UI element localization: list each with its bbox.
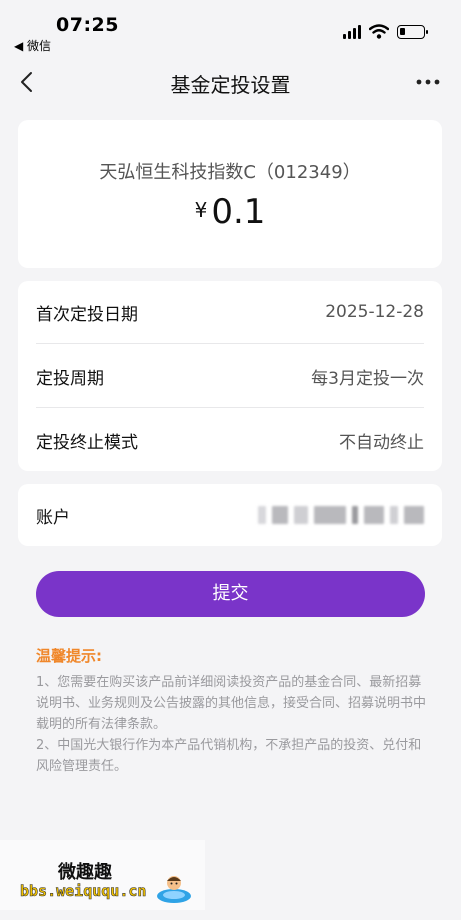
account-label: 账户 (36, 507, 70, 528)
battery-level (400, 27, 405, 35)
fund-name: 天弘恒生科技指数C（012349） (99, 162, 361, 183)
watermark-url: bbs.weiququ.cn (20, 882, 147, 901)
tip-item: 1、您需要在购买该产品前详细阅读投资产品的基金合同、最新招募说明书、业务规则及公… (36, 675, 427, 732)
battery-icon (397, 24, 428, 39)
divider (36, 343, 424, 344)
fund-card: 天弘恒生科技指数C（012349） ¥0.1 (18, 120, 442, 268)
setting-label: 定投周期 (36, 368, 104, 389)
cellular-signal-icon (343, 24, 361, 39)
nav-bar: 基金定投设置 (0, 56, 461, 108)
status-icons (343, 24, 428, 39)
setting-label: 首次定投日期 (36, 304, 138, 325)
status-bar: 07:25 ◀ 微信 (0, 0, 461, 56)
masked-account-number (258, 506, 424, 524)
setting-row-end-mode[interactable]: 定投终止模式 不自动终止 (36, 409, 424, 471)
tips-title: 温馨提示: (36, 647, 102, 665)
setting-row-cycle[interactable]: 定投周期 每3月定投一次 (36, 345, 424, 407)
amount-value: 0.1 (211, 192, 266, 232)
setting-value: 不自动终止 (339, 432, 424, 453)
watermark-title: 微趣趣 (58, 862, 112, 883)
account-card[interactable]: 账户 (18, 484, 442, 546)
tips-content: 1、您需要在购买该产品前详细阅读投资产品的基金合同、最新招募说明书、业务规则及公… (36, 672, 428, 777)
setting-value: 2025-12-28 (325, 302, 424, 322)
fund-amount: ¥0.1 (18, 192, 442, 232)
watermark: 微趣趣 bbs.weiququ.cn (0, 840, 205, 910)
back-to-app-link[interactable]: ◀ 微信 (14, 37, 51, 54)
setting-value: 每3月定投一次 (311, 368, 424, 389)
page-title: 基金定投设置 (170, 73, 291, 97)
divider (36, 407, 424, 408)
currency-symbol: ¥ (194, 198, 208, 222)
setting-label: 定投终止模式 (36, 432, 138, 453)
settings-card: 首次定投日期 2025-12-28 定投周期 每3月定投一次 定投终止模式 不自… (18, 281, 442, 471)
wifi-icon (369, 24, 389, 39)
submit-button[interactable]: 提交 (36, 571, 425, 617)
more-icon[interactable] (413, 68, 443, 96)
status-time: 07:25 (56, 14, 119, 36)
tip-item: 2、中国光大银行作为本产品代销机构，不承担产品的投资、兑付和风险管理责任。 (36, 738, 422, 774)
setting-row-first-date[interactable]: 首次定投日期 2025-12-28 (36, 281, 424, 343)
watermark-logo-icon (157, 876, 191, 903)
